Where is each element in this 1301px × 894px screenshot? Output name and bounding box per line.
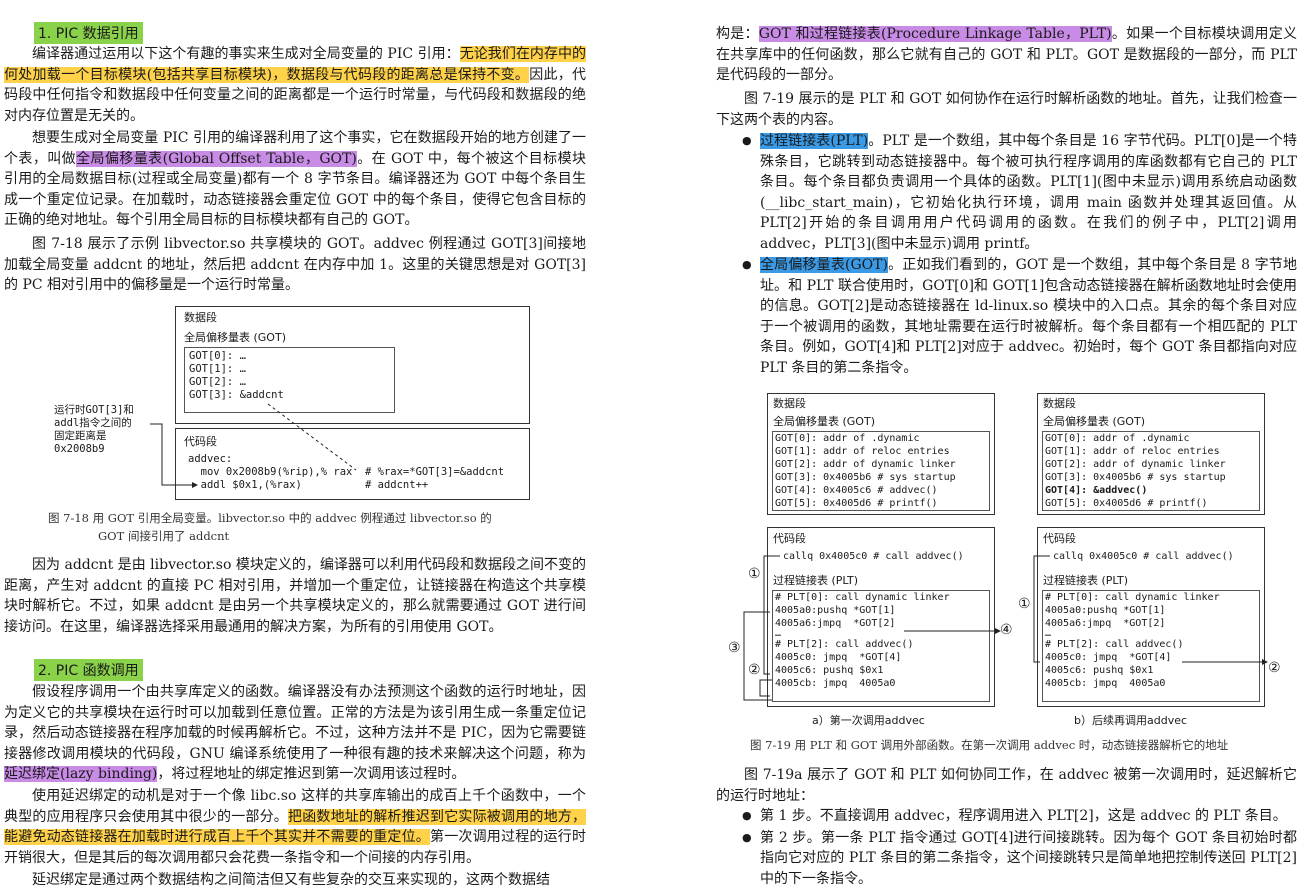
list-item: 第 1 步。不直接调用 addvec，程序调用进入 PLT[2]，这是 addv… (742, 806, 1297, 827)
paragraph: 使用延迟绑定的动机是对于一个像 libc.so 这样的共享库输出的成百上千个函数… (4, 788, 586, 866)
figure-caption: 图 7-19 用 PLT 和 GOT 调用外部函数。在第一次调用 addvec … (750, 738, 1229, 752)
figure-caption: 图 7-18 用 GOT 引用全局变量。libvector.so 中的 addv… (48, 511, 492, 525)
left-page: 1. PIC 数据引用 编译器通过运用以下这个有趣的事实来生成对全局变量的 PI… (0, 0, 590, 894)
list-item: 第 2 步。第一条 PLT 指令通过 GOT[4]进行间接跳转。因为每个 GOT… (742, 828, 1297, 890)
paragraph: 延迟绑定是通过两个数据结构之间简洁但又有些复杂的交互来实现的，这两个数据结 (32, 872, 550, 888)
highlight-purple: 延迟绑定(lazy binding) (4, 766, 158, 782)
figure-caption: GOT 间接引用了 addcnt (98, 529, 230, 543)
subfigure-label-a: a）第一次调用addvec (812, 714, 925, 727)
paragraph: 因为 addcnt 是由 libvector.so 模块定义的，编译器可以利用代… (4, 557, 586, 635)
step-list: 第 1 步。不直接调用 addvec，程序调用进入 PLT[2]，这是 addv… (742, 806, 1297, 890)
paragraph: 图 7-19a 展示了 GOT 和 PLT 如何协同工作，在 addvec 被第… (716, 767, 1297, 804)
section-heading-pic-function: 2. PIC 函数调用 (34, 659, 143, 681)
paragraph: 假设程序调用一个由共享库定义的函数。编译器没有办法预测这个函数的运行时地址，因为… (4, 684, 586, 782)
right-page: 构是：GOT 和过程链接表(Procedure Linkage Table，PL… (712, 0, 1301, 894)
subfigure-label-b: b）后续再调用addvec (1074, 714, 1188, 727)
fig-7-19-arrows (743, 555, 1268, 701)
